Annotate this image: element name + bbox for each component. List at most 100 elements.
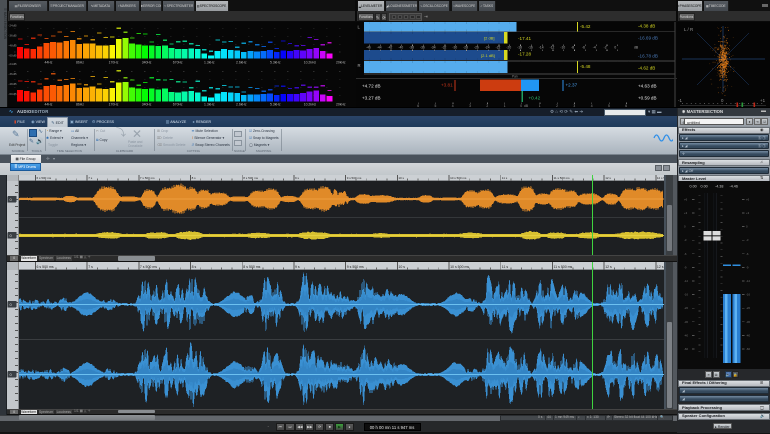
svg-text:86Hz: 86Hz	[76, 61, 84, 65]
svg-text:12 s: 12 s	[605, 176, 611, 180]
svg-text:1: 1	[504, 104, 506, 107]
svg-text:170Hz: 170Hz	[109, 103, 119, 107]
svg-text:-60dB: -60dB	[8, 92, 16, 96]
svg-text:11 s 500 ms: 11 s 500 ms	[554, 176, 571, 180]
svg-text:12 s: 12 s	[605, 265, 612, 269]
svg-text:86Hz: 86Hz	[76, 103, 84, 107]
svg-text:-60dB: -60dB	[8, 53, 16, 57]
svg-text:170Hz: 170Hz	[109, 61, 119, 65]
svg-text:L / R: L / R	[684, 27, 693, 32]
svg-text:340Hz: 340Hz	[142, 103, 152, 107]
svg-text:Pan: Pan	[512, 75, 518, 79]
svg-text:-17.41: -17.41	[518, 36, 531, 41]
svg-text:9 s: 9 s	[295, 176, 300, 180]
svg-text:0: 0	[520, 104, 522, 107]
svg-text:20kHz: 20kHz	[336, 103, 346, 107]
svg-text:10 s 500 ms: 10 s 500 ms	[450, 176, 467, 180]
svg-text:11 s: 11 s	[502, 265, 509, 269]
svg-text:1: 1	[539, 104, 541, 107]
svg-text:-10: -10	[560, 46, 565, 50]
svg-text:+0.59 dB: +0.59 dB	[638, 95, 657, 100]
svg-text:4: 4	[591, 104, 593, 107]
svg-text:4: 4	[452, 104, 454, 107]
svg-text:8 s: 8 s	[192, 265, 197, 269]
svg-text:-3: -3	[684, 238, 687, 242]
svg-text:-2: -2	[604, 46, 607, 50]
svg-text:-6: -6	[684, 252, 687, 256]
svg-text:+3: +3	[684, 211, 688, 215]
svg-text:-4.38 dB: -4.38 dB	[638, 24, 655, 29]
svg-text:-6: -6	[582, 46, 585, 50]
svg-text:-4.46: -4.46	[730, 185, 738, 189]
svg-text:+6: +6	[684, 197, 688, 201]
svg-text:-32: -32	[442, 46, 447, 50]
svg-text:-16: -16	[684, 293, 688, 297]
svg-text:-30: -30	[452, 46, 457, 50]
svg-text:7 s 500 ms: 7 s 500 ms	[140, 176, 155, 180]
svg-text:7 s 500 ms: 7 s 500 ms	[140, 265, 157, 269]
svg-text:5.3kHz: 5.3kHz	[270, 103, 281, 107]
svg-text:+1: +1	[760, 98, 766, 103]
svg-text:6: 6	[625, 104, 627, 107]
svg-text:-18: -18	[517, 46, 522, 50]
svg-text:2: 2	[486, 104, 488, 107]
svg-text:-40: -40	[684, 333, 688, 337]
svg-text:-9: -9	[746, 265, 749, 269]
svg-text:-34: -34	[431, 46, 436, 50]
svg-text:-12: -12	[746, 279, 750, 283]
svg-text:-22: -22	[496, 46, 501, 50]
svg-text:-4.38: -4.38	[715, 185, 723, 189]
svg-text:-36dB: -36dB	[8, 72, 16, 76]
svg-text:2.6kHz: 2.6kHz	[236, 103, 247, 107]
svg-text:+4.63 dB: +4.63 dB	[638, 83, 657, 88]
svg-text:-40: -40	[398, 46, 403, 50]
svg-text:3: 3	[573, 104, 575, 107]
svg-text:7 s: 7 s	[88, 176, 93, 180]
svg-text:-26: -26	[474, 46, 479, 50]
svg-text:-14: -14	[539, 46, 544, 50]
svg-text:+6: +6	[746, 197, 750, 201]
svg-text:10.2kHz: 10.2kHz	[304, 103, 317, 107]
svg-text:-6: -6	[746, 252, 749, 256]
svg-text:9 s 500 ms: 9 s 500 ms	[347, 176, 362, 180]
svg-text:-16: -16	[746, 293, 750, 297]
svg-text:-36: -36	[420, 46, 425, 50]
svg-text:[2 dB]: [2 dB]	[484, 36, 494, 41]
svg-text:670Hz: 670Hz	[173, 103, 183, 107]
svg-text:-20: -20	[684, 306, 688, 310]
svg-text:7 s: 7 s	[88, 265, 93, 269]
svg-text:-16.78 dB: -16.78 dB	[638, 54, 658, 59]
svg-text:-40: -40	[746, 333, 750, 337]
svg-text:6 s 500 ms: 6 s 500 ms	[37, 265, 54, 269]
svg-text:-24dB: -24dB	[8, 62, 16, 66]
svg-text:-12: -12	[550, 46, 555, 50]
svg-text:-20: -20	[506, 46, 511, 50]
svg-text:+3.27 dB: +3.27 dB	[362, 96, 381, 101]
svg-text:6 s 500 ms: 6 s 500 ms	[37, 176, 52, 180]
svg-text:-20: -20	[746, 306, 750, 310]
svg-text:10 s: 10 s	[398, 265, 405, 269]
svg-text:1.3kHz: 1.3kHz	[204, 103, 215, 107]
svg-text:3: 3	[469, 104, 471, 107]
svg-text:-30: -30	[684, 320, 688, 324]
svg-text:-12: -12	[684, 279, 688, 283]
svg-text:-30: -30	[746, 320, 750, 324]
svg-text:2.6kHz: 2.6kHz	[236, 61, 247, 65]
svg-text:44Hz: 44Hz	[45, 103, 53, 107]
svg-text:9 s: 9 s	[295, 265, 300, 269]
svg-text:+3: +3	[746, 211, 750, 215]
svg-text:10 s 500 ms: 10 s 500 ms	[450, 265, 469, 269]
svg-text:-9: -9	[684, 265, 687, 269]
svg-text:-5.48: -5.48	[580, 64, 591, 69]
svg-text:-8: -8	[571, 46, 574, 50]
svg-text:-16: -16	[528, 46, 533, 50]
svg-text:-3: -3	[746, 238, 749, 242]
svg-text:-38: -38	[409, 46, 414, 50]
svg-text:+3.81: +3.81	[441, 83, 453, 88]
svg-text:1.3kHz: 1.3kHz	[204, 61, 215, 65]
svg-text:5: 5	[608, 104, 610, 107]
svg-text:8 s 500 ms: 8 s 500 ms	[243, 265, 260, 269]
svg-text:-46: -46	[366, 46, 371, 50]
svg-text:-48dB: -48dB	[8, 44, 16, 48]
svg-text:12 s 500 ms: 12 s 500 ms	[657, 176, 664, 180]
